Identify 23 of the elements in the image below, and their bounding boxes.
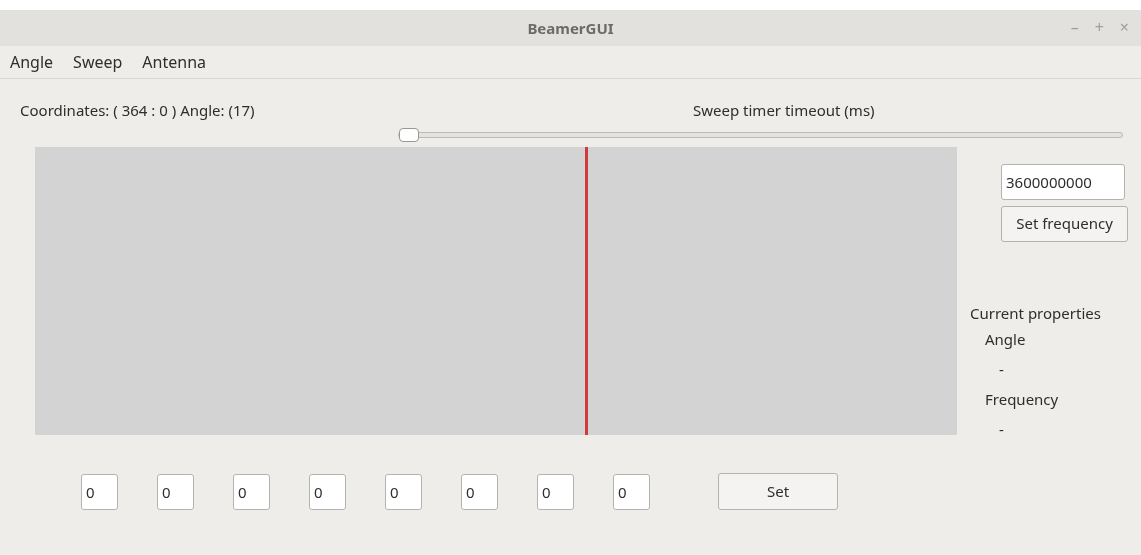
- element-field[interactable]: 0: [613, 473, 650, 510]
- element-field[interactable]: 0: [461, 473, 498, 510]
- property-value: -: [998, 358, 1005, 381]
- element-field[interactable]: 0: [385, 473, 422, 510]
- frequency-field[interactable]: 3600000000: [1001, 163, 1125, 200]
- menu-item[interactable]: Angle: [10, 50, 54, 74]
- slider-thumb[interactable]: [399, 127, 419, 142]
- slider-label: Sweep timer timeout (ms): [693, 99, 875, 122]
- menu-item[interactable]: Antenna: [142, 50, 207, 74]
- set-button[interactable]: Set: [718, 473, 838, 510]
- coordinates-label: Coordinates: ( 364 : 0 ) Angle: (17): [20, 99, 256, 122]
- properties-title: Current properties: [970, 301, 1102, 324]
- element-field[interactable]: 0: [309, 473, 346, 510]
- property-label: Frequency: [985, 388, 1060, 411]
- property-label: Angle: [985, 328, 1027, 351]
- set-frequency-button[interactable]: Set frequency: [1001, 205, 1128, 242]
- element-field[interactable]: 0: [537, 473, 574, 510]
- property-value: -: [998, 418, 1005, 441]
- element-field[interactable]: 0: [81, 473, 118, 510]
- element-field[interactable]: 0: [157, 473, 194, 510]
- menu-item[interactable]: Sweep: [73, 50, 123, 74]
- element-field[interactable]: 0: [233, 473, 270, 510]
- window-title: BeamerGUI: [527, 16, 614, 40]
